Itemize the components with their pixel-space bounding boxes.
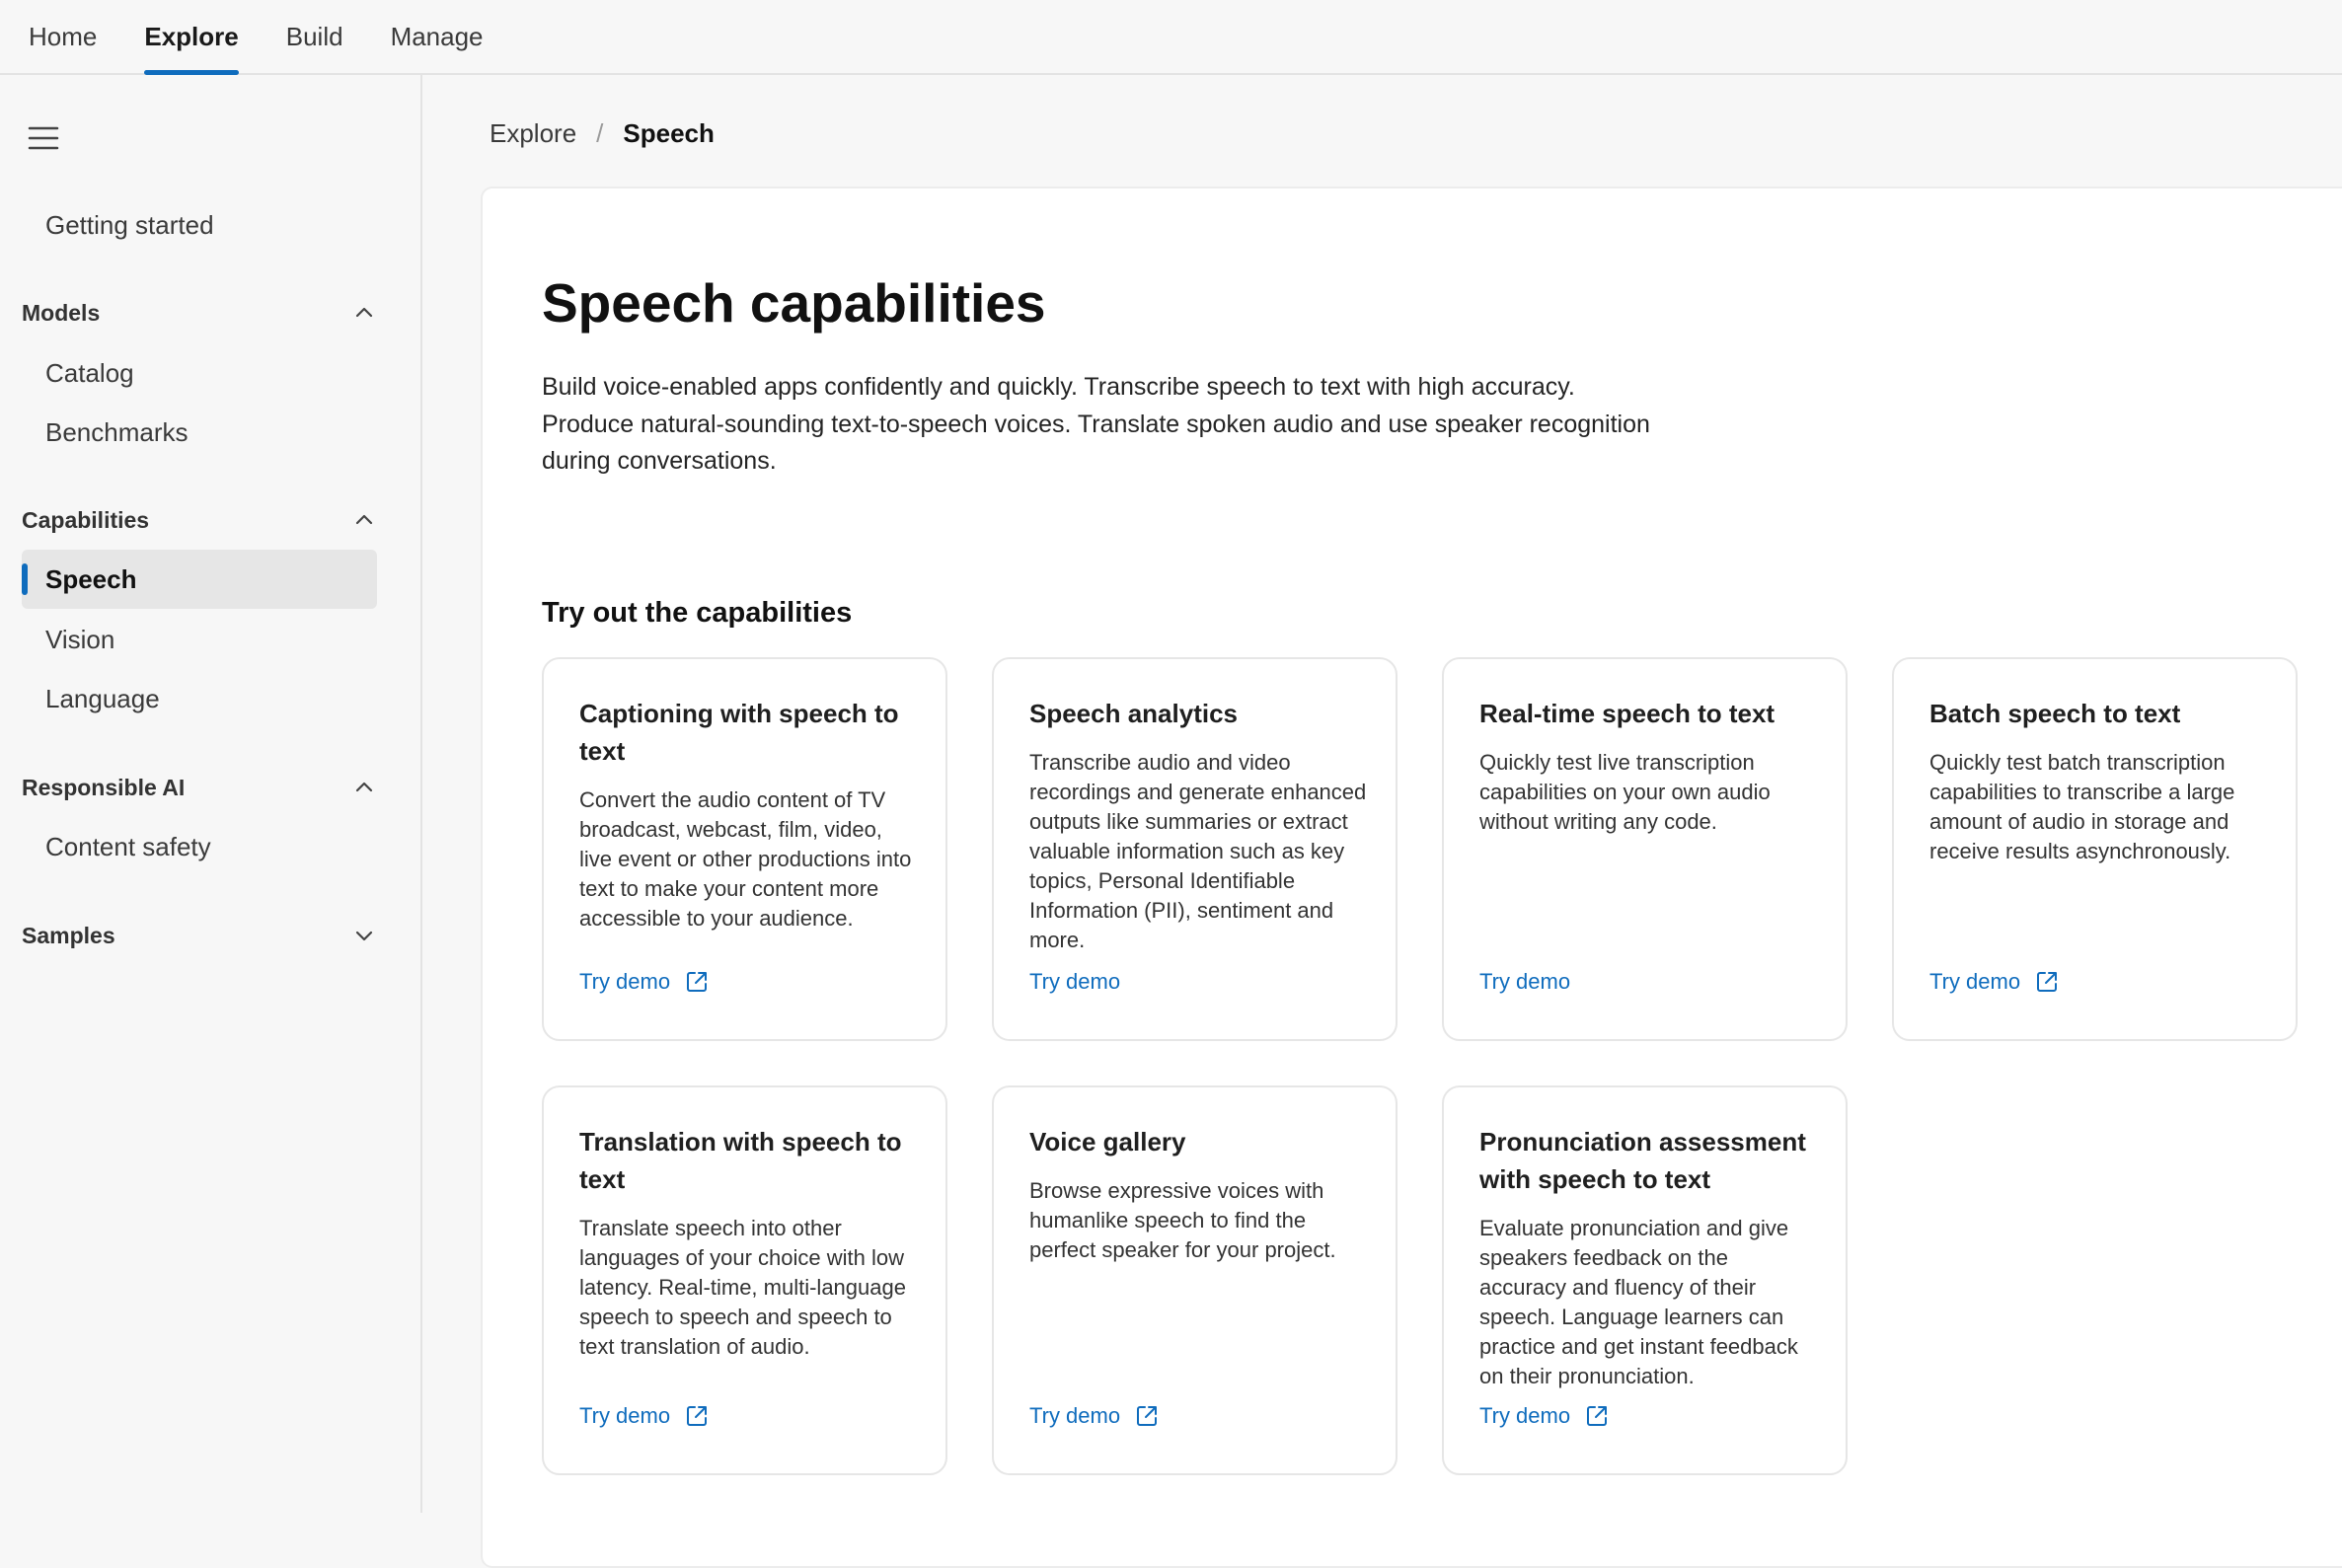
top-navigation: Home Explore Build Manage <box>0 0 2342 75</box>
try-demo-label: Try demo <box>1479 969 1571 994</box>
card-voice-gallery[interactable]: Voice gallery Browse expressive voices w… <box>992 1085 1398 1475</box>
try-demo-label: Try demo <box>579 969 671 994</box>
card-description: Transcribe audio and video recordings an… <box>1029 750 1367 952</box>
external-link-icon <box>687 972 708 992</box>
card-description: Quickly test live transcription capabili… <box>1479 750 1771 834</box>
try-demo-label: Try demo <box>1029 969 1121 994</box>
sidebar: Getting started Models Catalog Benchmark… <box>0 75 422 1513</box>
sidebar-item-content-safety[interactable]: Content safety <box>22 817 377 876</box>
try-demo-link[interactable]: Try demo <box>1029 969 1120 995</box>
card-description: Translate speech into other languages of… <box>579 1216 906 1359</box>
breadcrumb-explore[interactable]: Explore <box>490 118 576 149</box>
topnav-manage[interactable]: Manage <box>391 0 484 73</box>
topnav-explore[interactable]: Explore <box>144 0 240 75</box>
section-title: Try out the capabilities <box>542 597 853 629</box>
try-demo-label: Try demo <box>1479 1403 1571 1428</box>
card-description: Evaluate pronunciation and give speakers… <box>1479 1216 1798 1388</box>
sidebar-section-label: Responsible AI <box>22 774 186 800</box>
page-title: Speech capabilities <box>542 272 1046 334</box>
external-link-icon <box>2037 972 2058 992</box>
chevron-up-icon <box>355 307 373 318</box>
breadcrumb-current: Speech <box>623 118 715 148</box>
chevron-down-icon <box>355 931 373 941</box>
sidebar-item-language[interactable]: Language <box>22 669 377 728</box>
card-batch-speech-to-text[interactable]: Batch speech to text Quickly test batch … <box>1892 657 2298 1041</box>
sidebar-item-benchmarks[interactable]: Benchmarks <box>22 403 377 462</box>
try-demo-link[interactable]: Try demo <box>1479 1403 1610 1429</box>
try-demo-link[interactable]: Try demo <box>579 1403 710 1429</box>
external-link-icon <box>1587 1406 1608 1426</box>
card-pronunciation-assessment[interactable]: Pronunciation assessment with speech to … <box>1442 1085 1848 1475</box>
sidebar-item-catalog[interactable]: Catalog <box>22 343 377 403</box>
content-panel: Speech capabilities Build voice-enabled … <box>481 187 2342 1568</box>
card-real-time-speech-to-text[interactable]: Real-time speech to text Quickly test li… <box>1442 657 1848 1041</box>
hamburger-icon[interactable] <box>26 120 61 156</box>
try-demo-label: Try demo <box>1029 1403 1121 1428</box>
card-speech-analytics[interactable]: Speech analytics Transcribe audio and vi… <box>992 657 1398 1041</box>
card-description: Convert the audio content of TV broadcas… <box>579 787 912 931</box>
card-captioning[interactable]: Captioning with speech to text Convert t… <box>542 657 947 1041</box>
card-title: Batch speech to text <box>1929 699 2181 728</box>
breadcrumb-separator: / <box>596 118 604 148</box>
sidebar-section-models[interactable]: Models <box>22 289 377 336</box>
sidebar-section-label: Models <box>22 299 101 326</box>
topnav-home[interactable]: Home <box>29 0 97 73</box>
card-title: Translation with speech to text <box>579 1127 902 1194</box>
external-link-icon <box>687 1406 708 1426</box>
try-demo-label: Try demo <box>579 1403 671 1428</box>
try-demo-label: Try demo <box>1929 969 2021 994</box>
try-demo-link[interactable]: Try demo <box>579 969 710 995</box>
page-description: Build voice-enabled apps confidently and… <box>542 373 1650 475</box>
card-translation[interactable]: Translation with speech to text Translat… <box>542 1085 947 1475</box>
try-demo-link[interactable]: Try demo <box>1929 969 2060 995</box>
sidebar-section-label: Samples <box>22 922 115 948</box>
try-demo-link[interactable]: Try demo <box>1029 1403 1160 1429</box>
sidebar-section-label: Capabilities <box>22 506 150 533</box>
card-description: Quickly test batch transcription capabil… <box>1929 750 2235 863</box>
sidebar-section-responsible-ai[interactable]: Responsible AI <box>22 764 377 811</box>
card-title: Pronunciation assessment with speech to … <box>1479 1127 1806 1194</box>
external-link-icon <box>1137 1406 1158 1426</box>
card-title: Real-time speech to text <box>1479 699 1775 728</box>
card-title: Captioning with speech to text <box>579 699 899 766</box>
sidebar-item-speech[interactable]: Speech <box>22 550 377 609</box>
sidebar-item-vision[interactable]: Vision <box>22 610 377 669</box>
card-title: Speech analytics <box>1029 699 1238 728</box>
chevron-up-icon <box>355 782 373 792</box>
topnav-build[interactable]: Build <box>286 0 343 73</box>
card-description: Browse expressive voices with humanlike … <box>1029 1178 1336 1262</box>
breadcrumb: Explore / Speech <box>490 118 715 149</box>
sidebar-section-capabilities[interactable]: Capabilities <box>22 496 377 544</box>
chevron-up-icon <box>355 514 373 525</box>
try-demo-link[interactable]: Try demo <box>1479 969 1570 995</box>
sidebar-section-samples[interactable]: Samples <box>22 912 377 959</box>
card-title: Voice gallery <box>1029 1127 1186 1157</box>
sidebar-item-getting-started[interactable]: Getting started <box>22 195 377 255</box>
